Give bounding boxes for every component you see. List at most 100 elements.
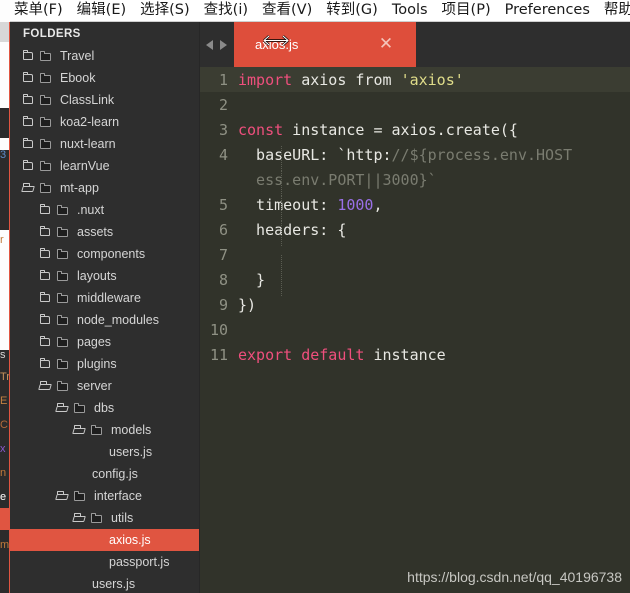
folder-collapsed-icon[interactable]	[39, 314, 53, 326]
folder-item-middleware[interactable]: middleware	[10, 287, 199, 309]
folder-item-pages[interactable]: pages	[10, 331, 199, 353]
folder-item-models[interactable]: models	[10, 419, 199, 441]
menu-project[interactable]: 项目(P)	[435, 0, 498, 21]
folder-item--nuxt[interactable]: .nuxt	[10, 199, 199, 221]
indent-guide	[281, 170, 283, 196]
code-token: //${process.env.HOST	[391, 145, 573, 164]
code-text: export default instance	[238, 346, 630, 364]
folder-expanded-icon[interactable]	[73, 424, 87, 436]
code-editor[interactable]: 1 import axios from 'axios' 2 3 const instan…	[200, 67, 630, 593]
line-number: 10	[209, 320, 228, 339]
code-line[interactable]: 11 export default instance	[200, 342, 630, 367]
folder-item-layouts[interactable]: layouts	[10, 265, 199, 287]
folder-item-server[interactable]: server	[10, 375, 199, 397]
code-line[interactable]: 3 const instance = axios.create({	[200, 117, 630, 142]
menu-file[interactable]: 菜单(F)	[10, 0, 70, 21]
tab-nav-controls[interactable]	[200, 22, 234, 67]
folder-collapsed-icon[interactable]	[39, 270, 53, 282]
file-item-config-js[interactable]: config.js	[10, 463, 199, 485]
folder-collapsed-icon[interactable]	[39, 358, 53, 370]
code-line[interactable]: ess.env.PORT||3000}`	[200, 167, 630, 196]
folder-expanded-icon[interactable]	[39, 380, 53, 392]
menu-find[interactable]: 查找(i)	[197, 0, 255, 21]
tree-item-label: Ebook	[60, 71, 96, 85]
code-line[interactable]: 1 import axios from 'axios'	[200, 67, 630, 92]
folder-item-koa2-learn[interactable]: koa2-learn	[10, 111, 199, 133]
folder-collapsed-icon[interactable]	[39, 292, 53, 304]
folder-item-mt-app[interactable]: mt-app	[10, 177, 199, 199]
folder-item-nuxt-learn[interactable]: nuxt-learn	[10, 133, 199, 155]
tree-item-label: node_modules	[77, 313, 160, 327]
menu-tools[interactable]: Tools	[385, 0, 435, 21]
code-text: }	[238, 270, 630, 296]
code-token: ,	[373, 195, 383, 214]
tree-item-label: mt-app	[60, 181, 99, 195]
folder-icon	[39, 72, 53, 84]
folder-item-interface[interactable]: interface	[10, 485, 199, 507]
tab-next-arrow-icon[interactable]	[220, 39, 227, 50]
code-line[interactable]: 6 headers: {	[200, 217, 630, 246]
folder-collapsed-icon[interactable]	[39, 204, 53, 216]
file-item-users-js[interactable]: users.js	[10, 441, 199, 463]
code-token: 1000	[337, 195, 374, 214]
code-line[interactable]: 7	[200, 242, 630, 280]
sidebar-file-tree[interactable]: FOLDERS Travel Ebook ClassLink koa2-learn nu…	[10, 22, 200, 593]
folder-item-travel[interactable]: Travel	[10, 45, 199, 67]
folder-icon	[56, 226, 70, 238]
folder-collapsed-icon[interactable]	[39, 336, 53, 348]
folder-collapsed-icon[interactable]	[22, 116, 36, 128]
line-number: 3	[218, 120, 228, 139]
tree-item-label: config.js	[92, 467, 138, 481]
folder-item-node-modules[interactable]: node_modules	[10, 309, 199, 331]
menu-edit[interactable]: 编辑(E)	[70, 0, 133, 21]
code-line[interactable]: 5 timeout: 1000,	[200, 192, 630, 221]
code-token: axios.create({	[382, 120, 518, 139]
folder-expanded-icon[interactable]	[22, 182, 36, 194]
folder-collapsed-icon[interactable]	[22, 72, 36, 84]
code-line[interactable]: 2	[200, 92, 630, 117]
folder-item-utils[interactable]: utils	[10, 507, 199, 529]
folder-collapsed-icon[interactable]	[39, 226, 53, 238]
folder-collapsed-icon[interactable]	[22, 138, 36, 150]
tree-item-label: pages	[77, 335, 112, 349]
file-item-users-js[interactable]: users.js	[10, 573, 199, 593]
code-line[interactable]: 9})	[200, 292, 630, 317]
folder-collapsed-icon[interactable]	[22, 160, 36, 172]
folder-icon	[73, 490, 87, 502]
menu-view[interactable]: 查看(V)	[255, 0, 319, 21]
code-line[interactable]: 10	[200, 317, 630, 342]
folder-item-ebook[interactable]: Ebook	[10, 67, 199, 89]
folder-collapsed-icon[interactable]	[22, 94, 36, 106]
folder-item-components[interactable]: components	[10, 243, 199, 265]
menu-help[interactable]: 帮助	[597, 0, 630, 21]
folder-icon	[39, 138, 53, 150]
tab-prev-arrow-icon[interactable]	[206, 39, 213, 50]
tab-close-icon[interactable]: ✕	[378, 35, 394, 52]
tree-item-label: .nuxt	[77, 203, 105, 217]
file-item-passport-js[interactable]: passport.js	[10, 551, 199, 573]
folder-item-learnvue[interactable]: learnVue	[10, 155, 199, 177]
folder-item-classlink[interactable]: ClassLink	[10, 89, 199, 111]
tree-item-label: interface	[94, 489, 142, 503]
folder-expanded-icon[interactable]	[73, 512, 87, 524]
code-line[interactable]: 4 baseURL: `http://${process.env.HOST	[200, 142, 630, 171]
folder-item-dbs[interactable]: dbs	[10, 397, 199, 419]
folder-expanded-icon[interactable]	[56, 490, 70, 502]
folder-icon	[56, 358, 70, 370]
file-item-axios-js[interactable]: axios.js	[10, 529, 199, 551]
menu-preferences[interactable]: Preferences	[498, 0, 597, 21]
tab-axios-js[interactable]: axios.js ✕	[234, 22, 416, 67]
folder-icon	[90, 512, 104, 524]
code-line[interactable]: 8 }	[200, 267, 630, 296]
line-number: 6	[218, 220, 228, 239]
folder-item-plugins[interactable]: plugins	[10, 353, 199, 375]
folder-expanded-icon[interactable]	[56, 402, 70, 414]
menu-goto[interactable]: 转到(G)	[319, 0, 385, 21]
line-number: 9	[218, 295, 228, 314]
folder-collapsed-icon[interactable]	[22, 50, 36, 62]
folder-tree-list[interactable]: Travel Ebook ClassLink koa2-learn nuxt-learn…	[10, 45, 199, 593]
indent-guide	[281, 220, 283, 246]
menu-selection[interactable]: 选择(S)	[133, 0, 197, 21]
folder-collapsed-icon[interactable]	[39, 248, 53, 260]
folder-item-assets[interactable]: assets	[10, 221, 199, 243]
